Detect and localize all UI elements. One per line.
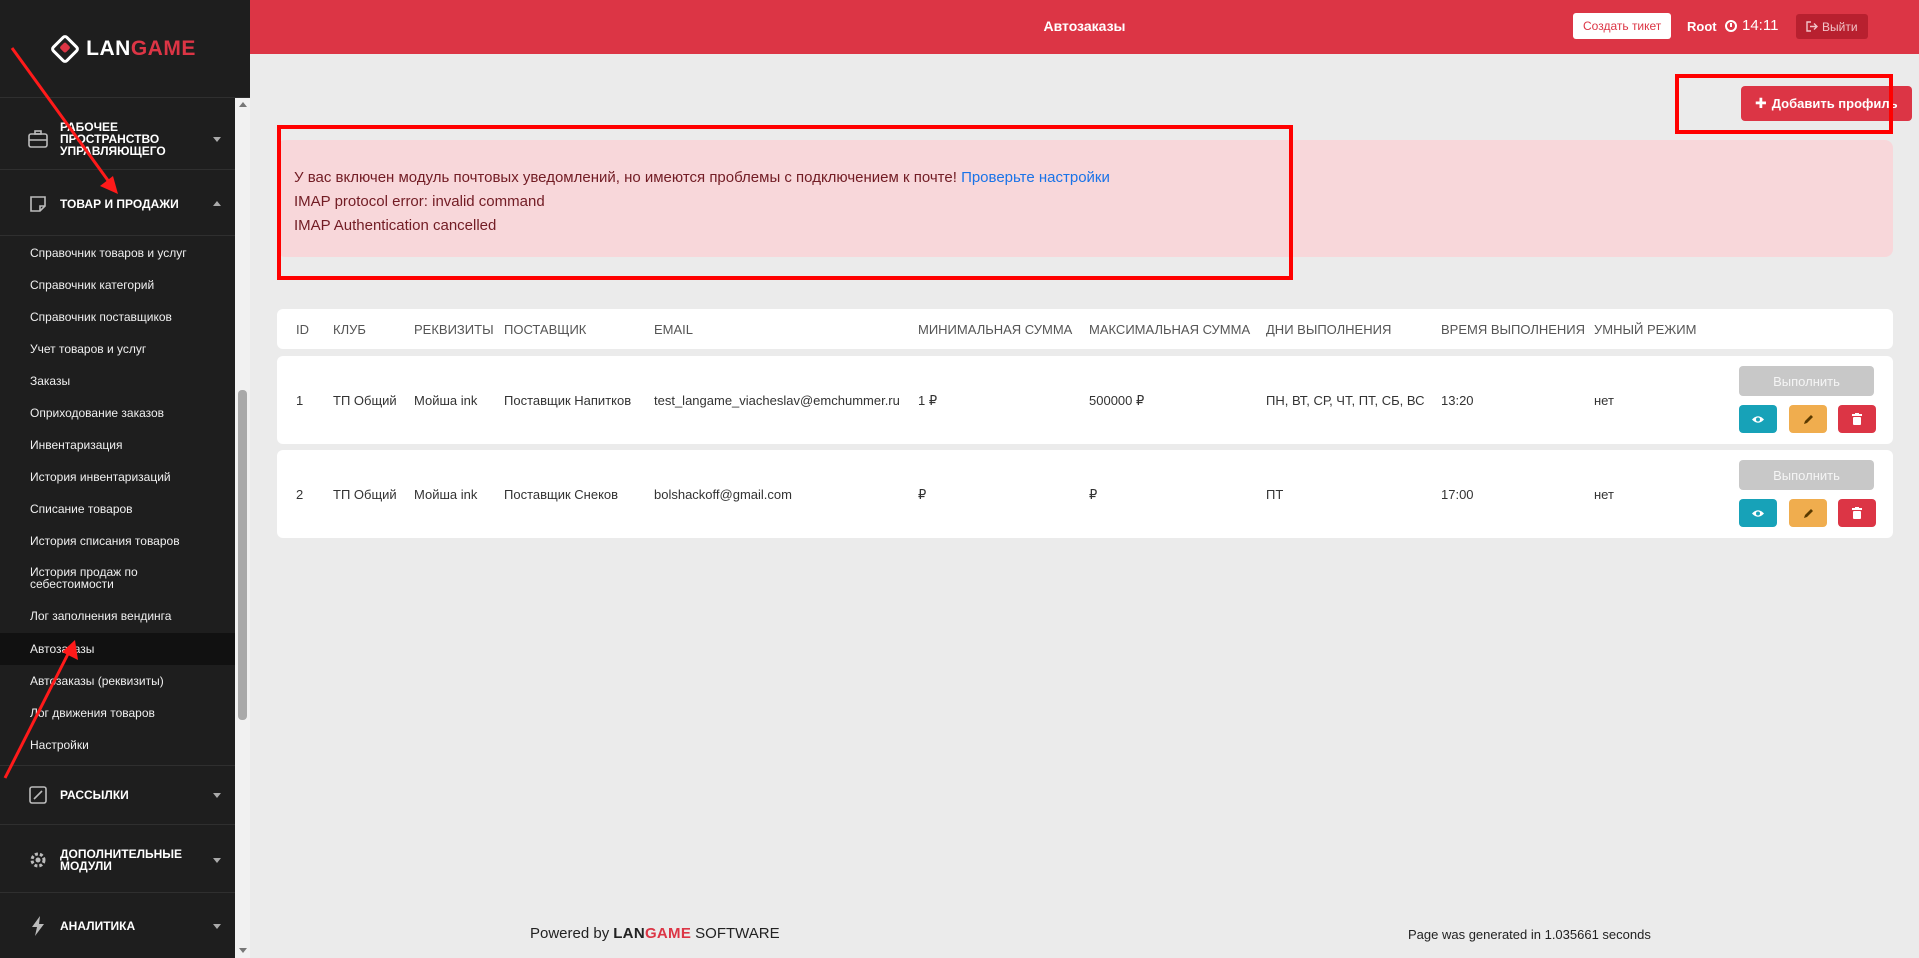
execute-button[interactable]: Выполнить	[1739, 366, 1874, 396]
col-max-sum: Максимальная сумма	[1089, 322, 1251, 337]
scroll-down-icon[interactable]	[239, 948, 247, 953]
generation-time: Page was generated in 1.035661 seconds	[1408, 927, 1651, 942]
powered-by: Powered by LANGAME SOFTWARE	[530, 925, 780, 942]
trash-icon	[1852, 413, 1862, 425]
clock: 14:11	[1725, 17, 1778, 34]
pencil-icon	[1803, 414, 1813, 424]
col-requisites: Реквизиты	[414, 322, 494, 337]
sidebar-section-analytics[interactable]: Аналитика	[0, 895, 235, 957]
check-settings-link[interactable]: Проверьте настройки	[961, 169, 1110, 186]
delete-button[interactable]	[1838, 405, 1876, 433]
pencil-icon	[1803, 508, 1813, 518]
lightning-icon	[28, 916, 48, 936]
mail-alert: У вас включен модуль почтовых уведомлени…	[277, 140, 1893, 257]
alert-line-1: У вас включен модуль почтовых уведомлени…	[294, 169, 1110, 186]
table-row: 2 ТП Общий Мойша ink Поставщик Снеков bo…	[277, 450, 1893, 538]
edit-button[interactable]	[1789, 499, 1827, 527]
logout-button[interactable]: Выйти	[1796, 14, 1868, 39]
chevron-down-icon	[213, 924, 221, 929]
add-profile-button[interactable]: ✚ Добавить профиль	[1741, 86, 1912, 121]
logout-icon	[1806, 21, 1818, 32]
chevron-down-icon	[213, 857, 221, 863]
sidebar-section-extra-modules[interactable]: Дополнительные модули	[0, 827, 235, 893]
execute-button[interactable]: Выполнить	[1739, 460, 1874, 490]
gear-icon	[28, 850, 48, 870]
col-supplier: Поставщик	[504, 322, 587, 337]
delete-button[interactable]	[1838, 499, 1876, 527]
table-header: ID Клуб Реквизиты Поставщик Email Минима…	[277, 309, 1893, 349]
table-row: 1 ТП Общий Мойша ink Поставщик Напитков …	[277, 356, 1893, 444]
col-days: Дни выполнения	[1266, 322, 1392, 337]
clock-time: 14:11	[1742, 17, 1779, 34]
create-ticket-button[interactable]: Создать тикет	[1573, 13, 1672, 39]
col-min-sum: Минимальная сумма	[918, 322, 1073, 337]
view-button[interactable]	[1739, 499, 1777, 527]
edit-button[interactable]	[1789, 405, 1827, 433]
col-time: Время выполнения	[1441, 322, 1586, 337]
alert-line-2: IMAP protocol error: invalid command	[294, 193, 545, 210]
view-button[interactable]	[1739, 405, 1777, 433]
col-id: ID	[296, 322, 309, 337]
eye-icon	[1752, 415, 1764, 423]
top-header: Автозаказы Создать тикет Root 14:11 Выйт…	[250, 0, 1919, 54]
footer: Powered by LANGAME SOFTWARE Page was gen…	[250, 908, 1919, 958]
eye-icon	[1752, 509, 1764, 517]
col-smart-mode: Умный режим	[1594, 322, 1697, 337]
annotation-arrows	[3, 47, 118, 779]
col-email: Email	[654, 322, 694, 337]
col-club: Клуб	[333, 322, 366, 337]
user-name[interactable]: Root	[1687, 19, 1717, 34]
plus-icon: ✚	[1755, 95, 1767, 111]
trash-icon	[1852, 507, 1862, 519]
clock-icon	[1725, 19, 1737, 32]
footer-brand[interactable]: LANGAME	[613, 925, 691, 942]
alert-line-3: IMAP Authentication cancelled	[294, 217, 497, 234]
